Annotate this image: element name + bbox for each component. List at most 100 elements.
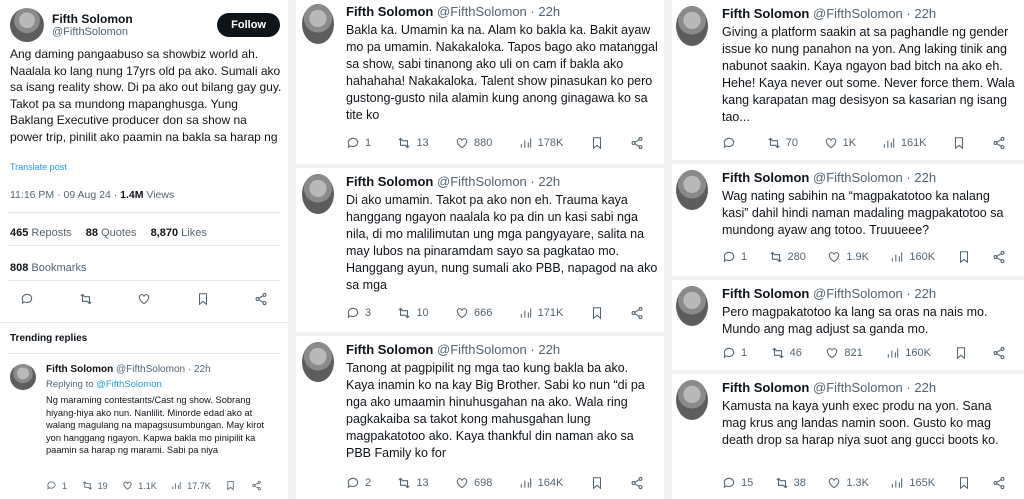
reply-icon[interactable]: 2 xyxy=(346,476,371,490)
thread-post[interactable]: Fifth Solomon @FifthSolomon · 22h Tanong… xyxy=(296,336,664,499)
engagement-stats: 465 Reposts 88 Quotes 8,870 Likes xyxy=(10,223,221,241)
post-header: Fifth Solomon @FifthSolomon · 22h xyxy=(722,6,937,21)
repost-icon[interactable]: 38 xyxy=(775,476,806,490)
bookmark-icon[interactable] xyxy=(590,306,604,320)
reply-icon[interactable]: 1 xyxy=(722,346,747,360)
reply-icon[interactable]: 1 xyxy=(722,250,747,264)
like-icon[interactable]: 698 xyxy=(455,476,492,490)
reply-time: 22h xyxy=(193,364,211,375)
views-icon[interactable]: 165K xyxy=(890,476,935,490)
author-handle: @FifthSolomon xyxy=(813,6,903,21)
bookmark-icon[interactable] xyxy=(957,476,971,490)
bookmark-icon[interactable] xyxy=(590,136,604,150)
repost-icon[interactable]: 280 xyxy=(769,250,806,264)
reply-icon[interactable] xyxy=(722,136,741,150)
views-icon[interactable]: 161K xyxy=(882,136,927,150)
bookmark-icon[interactable] xyxy=(225,480,236,491)
author-handle: @FifthSolomon xyxy=(437,174,527,189)
thread-post[interactable]: Fifth Solomon @FifthSolomon · 22h Wag na… xyxy=(672,164,1024,276)
post-header: Fifth Solomon @FifthSolomon · 22h xyxy=(722,170,937,185)
like-icon[interactable]: 1.1K xyxy=(122,480,157,491)
action-bar: 1 13 880 178K xyxy=(346,136,644,150)
author-handle: @FifthSolomon xyxy=(813,380,903,395)
reply-icon[interactable]: 1 xyxy=(46,480,67,491)
repost-icon[interactable]: 19 xyxy=(82,480,108,491)
views-icon[interactable]: 160K xyxy=(890,250,935,264)
views-icon[interactable]: 164K xyxy=(519,476,563,490)
panel-gap xyxy=(664,0,672,499)
thread-post[interactable]: Fifth Solomon @FifthSolomon · 22h Kamust… xyxy=(672,374,1024,499)
avatar[interactable] xyxy=(10,8,44,42)
share-icon[interactable] xyxy=(992,346,1006,360)
avatar[interactable] xyxy=(302,342,334,382)
avatar[interactable] xyxy=(302,4,334,44)
reposts-stat[interactable]: 465 Reposts xyxy=(10,227,72,239)
like-icon[interactable]: 1K xyxy=(824,136,856,150)
share-icon[interactable] xyxy=(992,476,1006,490)
share-icon[interactable] xyxy=(992,250,1006,264)
reply-action-bar: 1 19 1.1K 17.7K xyxy=(46,480,262,491)
trending-reply[interactable]: Fifth Solomon @FifthSolomon · 22h Replyi… xyxy=(10,364,282,457)
share-icon[interactable] xyxy=(992,136,1006,150)
share-icon[interactable] xyxy=(251,480,262,491)
reply-icon[interactable] xyxy=(20,292,34,306)
avatar[interactable] xyxy=(676,6,708,46)
bookmark-icon[interactable] xyxy=(954,346,968,360)
thread-post[interactable]: Fifth Solomon @FifthSolomon · 22h Giving… xyxy=(672,0,1024,160)
replying-to-handle[interactable]: @FifthSolomon xyxy=(96,379,162,390)
like-icon[interactable]: 1.3K xyxy=(827,476,869,490)
action-bar: 70 1K 161K xyxy=(722,136,1006,150)
avatar[interactable] xyxy=(302,174,334,214)
share-icon[interactable] xyxy=(630,306,644,320)
thread-post[interactable]: Fifth Solomon @FifthSolomon · 22h Di ako… xyxy=(296,168,664,332)
views-icon[interactable]: 178K xyxy=(519,136,563,150)
views-icon[interactable]: 171K xyxy=(519,306,563,320)
avatar[interactable] xyxy=(676,380,708,420)
repost-icon[interactable]: 46 xyxy=(771,346,802,360)
thread-post[interactable]: Fifth Solomon @FifthSolomon · 22h Bakla … xyxy=(296,0,664,160)
views-icon[interactable]: 17.7K xyxy=(171,480,211,491)
share-icon[interactable] xyxy=(630,136,644,150)
bookmark-icon[interactable] xyxy=(952,136,966,150)
avatar[interactable] xyxy=(10,364,36,390)
reply-text: Ng maraming contestants/Cast ng show. So… xyxy=(46,395,265,455)
repost-icon[interactable]: 13 xyxy=(397,136,429,150)
avatar[interactable] xyxy=(676,170,708,210)
bookmark-icon[interactable] xyxy=(590,476,604,490)
translate-link[interactable]: Translate post xyxy=(10,162,67,172)
reply-icon[interactable]: 15 xyxy=(722,476,753,490)
author-name[interactable]: Fifth Solomon xyxy=(52,12,217,26)
action-bar: 1 46 821 160K xyxy=(722,346,1006,360)
like-icon[interactable]: 1.9K xyxy=(827,250,869,264)
views-icon[interactable]: 160K xyxy=(886,346,931,360)
repost-icon[interactable]: 10 xyxy=(397,306,429,320)
like-icon[interactable] xyxy=(137,292,151,306)
quotes-stat[interactable]: 88 Quotes xyxy=(86,227,137,239)
bookmark-icon[interactable] xyxy=(957,250,971,264)
thread-post[interactable]: Fifth Solomon @FifthSolomon · 22h Pero m… xyxy=(672,280,1024,370)
repost-icon[interactable] xyxy=(79,292,93,306)
reply-icon[interactable]: 1 xyxy=(346,136,371,150)
repost-icon[interactable]: 70 xyxy=(767,136,798,150)
follow-button[interactable]: Follow xyxy=(217,13,280,37)
like-icon[interactable]: 821 xyxy=(825,346,863,360)
bookmarks-stat[interactable]: 808 Bookmarks xyxy=(10,258,100,276)
repost-icon[interactable]: 13 xyxy=(397,476,429,490)
author-name: Fifth Solomon xyxy=(722,6,810,21)
post-text: Giving a platform saakin at sa paghandle… xyxy=(722,25,1015,124)
author-name: Fifth Solomon xyxy=(722,170,810,185)
like-icon[interactable]: 666 xyxy=(455,306,492,320)
bookmark-icon[interactable] xyxy=(196,292,210,306)
like-icon[interactable]: 880 xyxy=(455,136,492,150)
reply-icon[interactable]: 3 xyxy=(346,306,371,320)
share-icon[interactable] xyxy=(630,476,644,490)
post-time: 22h xyxy=(538,174,561,189)
avatar[interactable] xyxy=(676,286,708,326)
thread-panel-right: Fifth Solomon @FifthSolomon · 22h Giving… xyxy=(672,0,1024,499)
share-icon[interactable] xyxy=(254,292,268,306)
post-time: 22h xyxy=(914,380,937,395)
likes-stat[interactable]: 8,870 Likes xyxy=(151,227,207,239)
views-label: Views xyxy=(146,189,175,201)
author-handle: @FifthSolomon xyxy=(116,364,186,375)
author-handle[interactable]: @FifthSolomon xyxy=(52,26,217,38)
